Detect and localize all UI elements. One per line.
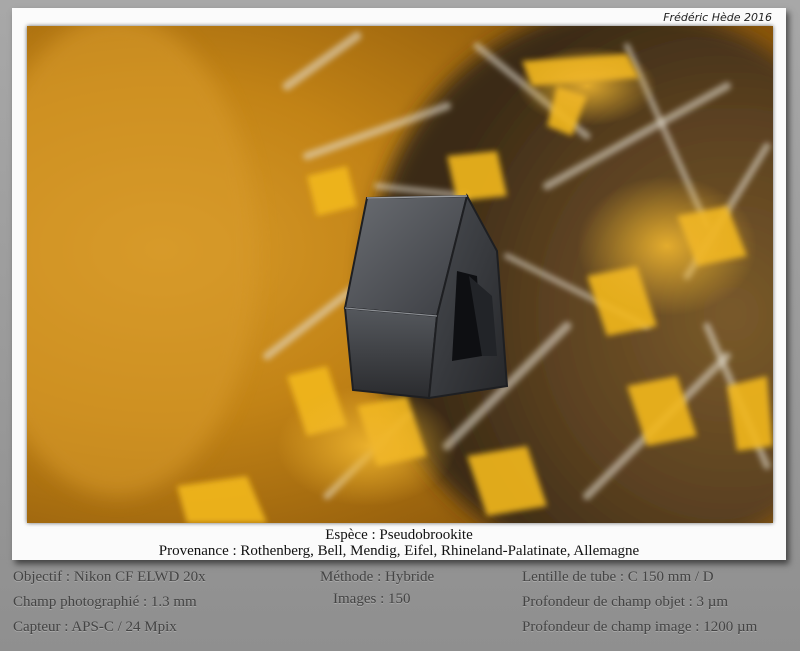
mineral-photo-drawing (27, 26, 773, 523)
tube-lens-text: Lentille de tube : C 150 mm / D (522, 569, 714, 585)
objective-text: Objectif : Nikon CF ELWD 20x (13, 569, 206, 585)
photographer-credit: Frédéric Hède 2016 (663, 11, 772, 24)
image-depth-of-field-text: Profondeur de champ image : 1200 µm (522, 619, 758, 635)
field-of-view-text: Champ photographié : 1.3 mm (13, 594, 197, 610)
crystal (343, 193, 509, 400)
provenance-caption: Provenance : Rothenberg, Bell, Mendig, E… (158, 543, 640, 559)
images-count-text: Images : 150 (333, 591, 411, 607)
species-caption: Espèce : Pseudobrookite (325, 527, 473, 543)
photo-card: Frédéric Hède 2016 Espèce: Pseudobrooki… (12, 8, 786, 560)
method-text: Méthode : Hybride (320, 569, 435, 585)
mineral-photo (27, 26, 773, 523)
object-depth-of-field-text: Profondeur de champ objet : 3 µm (522, 594, 729, 610)
sensor-text: Capteur : APS-C / 24 Mpix (13, 619, 177, 635)
